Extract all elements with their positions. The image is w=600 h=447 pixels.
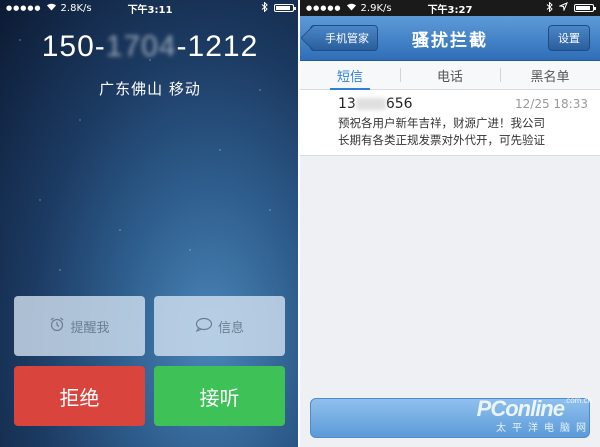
alarm-clock-icon [49,316,65,336]
battery-icon [274,4,296,12]
tab-sms[interactable]: 短信 [300,61,400,90]
message-time: 12/25 18:33 [515,97,588,111]
bluetooth-icon [261,0,268,15]
answer-label: 接听 [199,385,240,410]
speech-bubble-icon [195,317,213,336]
message-sender: 13 656 [338,96,413,112]
status-bar: ●●●●● 2.9K/s 下午3:27 [300,0,600,16]
signal-strength-icon: ●●●●● [306,4,342,12]
answer-button[interactable]: 接听 [154,366,285,426]
navigation-bar: 手机管家 骚扰拦截 设置 [300,16,600,61]
incoming-call-screen: ●●●●● 2.8K/s 下午3:11 150-1704-1212 广东佛山 移… [0,0,300,447]
tab-calls[interactable]: 电话 [400,61,500,89]
sender-number-masked [355,98,386,110]
sender-number-suffix: 656 [385,96,413,112]
bluetooth-icon [546,0,553,15]
caller-number-masked: 1704 [105,30,177,63]
remind-me-button[interactable]: 提醒我 [14,296,145,356]
caller-number-suffix: -1212 [176,30,259,63]
clock: 下午3:11 [127,4,173,16]
caller-number: 150-1704-1212 [0,30,300,64]
back-button[interactable]: 手机管家 [310,25,378,51]
decline-button[interactable]: 拒绝 [14,366,145,426]
sender-number-prefix: 13 [338,96,356,112]
wifi-icon [346,2,357,14]
watermark-domain: .com.cn [563,396,592,405]
message-button[interactable]: 信息 [154,296,285,356]
battery-icon [574,4,596,12]
network-speed: 2.8K/s [60,2,92,14]
location-icon [558,2,568,14]
message-preview-line-1: 预祝各用户新年吉祥，财源广进！我公司 [338,116,545,130]
network-speed: 2.9K/s [360,2,392,14]
status-bar: ●●●●● 2.8K/s 下午3:11 [0,0,300,16]
caller-location: 广东佛山 移动 [99,80,201,98]
screenshot-composite: ●●●●● 2.8K/s 下午3:11 150-1704-1212 广东佛山 移… [0,0,600,447]
message-preview-line-2: 长期有各类正规发票对外代开，可先验证 [338,133,545,147]
wifi-icon [46,2,57,14]
tab-blacklist[interactable]: 黑名单 [500,61,600,89]
back-button-label: 手机管家 [325,32,369,45]
caller-number-prefix: 150- [41,30,106,63]
decline-label: 拒绝 [59,385,100,410]
message-label: 信息 [217,320,244,336]
watermark-logo-text: PConline [476,396,565,421]
tab-bar: 短信 电话 黑名单 [300,61,600,90]
site-watermark: PConline.com.cn 太平洋电脑网 [477,396,592,434]
clock: 下午3:27 [427,4,473,16]
page-title: 骚扰拦截 [412,30,488,51]
harassment-block-screen: ●●●●● 2.9K/s 下午3:27 手机管家 骚扰拦截 设置 短信 电话 黑… [300,0,600,447]
signal-strength-icon: ●●●●● [6,4,42,12]
settings-button[interactable]: 设置 [548,25,590,51]
blocked-message-item[interactable]: 13 656 12/25 18:33 预祝各用户新年吉祥，财源广进！我公司 长期有… [300,90,600,156]
remind-me-label: 提醒我 [70,320,110,336]
